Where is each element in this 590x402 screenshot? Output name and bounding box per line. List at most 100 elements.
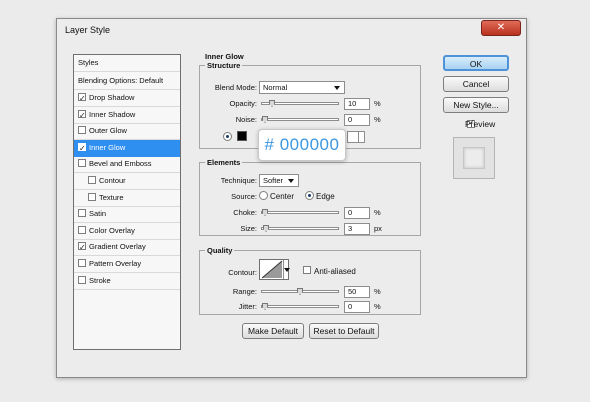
preview-thumbnail	[453, 137, 495, 179]
styles-header[interactable]: Styles	[74, 55, 180, 72]
style-item-label: Gradient Overlay	[89, 242, 146, 252]
contour-label: Contour:	[228, 268, 257, 277]
contour-preview-icon	[261, 260, 283, 279]
blending-options-item[interactable]: Blending Options: Default	[74, 73, 180, 90]
size-slider[interactable]	[261, 225, 339, 232]
range-input[interactable]: 50	[344, 286, 370, 298]
gradient-picker[interactable]	[347, 131, 365, 143]
structure-title: Structure	[205, 61, 243, 70]
anti-aliased-checkbox[interactable]	[303, 266, 311, 274]
technique-select[interactable]: Softer	[259, 174, 299, 187]
jitter-unit: %	[374, 302, 381, 311]
style-item-label: Bevel and Emboss	[89, 159, 152, 169]
style-item-label: Satin	[89, 209, 107, 219]
style-item-checkbox[interactable]	[78, 141, 86, 157]
contour-dropdown-arrow[interactable]	[283, 260, 290, 279]
elements-title: Elements	[205, 158, 243, 167]
size-unit: px	[374, 224, 382, 233]
style-item-stroke[interactable]: Stroke	[74, 273, 180, 290]
style-item-contour[interactable]: Contour	[74, 173, 180, 190]
chevron-down-icon	[284, 268, 290, 272]
color-hex-tooltip: # 000000	[258, 129, 346, 161]
range-label: Range:	[232, 287, 257, 296]
technique-label: Technique:	[220, 176, 257, 185]
opacity-label: Opacity:	[229, 99, 257, 108]
style-item-bevel-and-emboss[interactable]: Bevel and Emboss	[74, 156, 180, 174]
style-item-drop-shadow[interactable]: Drop Shadow	[74, 90, 180, 107]
anti-aliased-label: Anti-aliased	[314, 267, 356, 276]
style-item-checkbox[interactable]	[78, 108, 86, 124]
close-icon: ✕	[496, 22, 506, 33]
style-item-checkbox[interactable]	[78, 126, 86, 135]
cancel-button[interactable]: Cancel	[443, 76, 509, 92]
choke-input[interactable]: 0	[344, 207, 370, 219]
opacity-slider[interactable]	[261, 100, 339, 107]
style-item-label: Pattern Overlay	[89, 259, 142, 268]
choke-slider[interactable]	[261, 209, 339, 216]
blend-mode-label: Blend Mode:	[214, 83, 257, 92]
range-slider[interactable]	[261, 288, 339, 295]
style-item-checkbox[interactable]	[78, 259, 86, 267]
style-item-label: Color Overlay	[89, 225, 135, 235]
glow-color-swatch[interactable]	[237, 131, 247, 141]
style-item-checkbox[interactable]	[88, 176, 96, 184]
source-label: Source:	[231, 192, 257, 201]
style-item-inner-glow[interactable]: Inner Glow	[74, 139, 180, 157]
style-item-checkbox[interactable]	[88, 192, 96, 201]
noise-input[interactable]: 0	[344, 114, 370, 126]
source-edge-label: Edge	[316, 192, 335, 201]
size-input[interactable]: 3	[344, 223, 370, 235]
style-item-checkbox[interactable]	[78, 275, 86, 284]
style-item-checkbox[interactable]	[78, 159, 86, 168]
panel-title: Inner Glow	[203, 52, 246, 61]
layer-style-dialog: Layer Style ✕ Styles Blending Options: D…	[56, 18, 527, 378]
style-item-label: Texture	[99, 192, 124, 202]
style-item-label: Inner Shadow	[89, 109, 136, 119]
noise-unit: %	[374, 115, 381, 124]
style-item-label: Stroke	[89, 275, 111, 285]
styles-list: Styles Blending Options: Default Drop Sh…	[73, 54, 181, 350]
size-label: Size:	[240, 224, 257, 233]
opacity-input[interactable]: 10	[344, 98, 370, 110]
style-item-outer-glow[interactable]: Outer Glow	[74, 123, 180, 141]
ok-button[interactable]: OK	[443, 55, 509, 71]
source-center-radio[interactable]	[259, 191, 268, 200]
window-title: Layer Style	[65, 25, 111, 35]
quality-title: Quality	[205, 246, 235, 255]
solid-color-radio[interactable]	[223, 132, 232, 141]
style-item-inner-shadow[interactable]: Inner Shadow	[74, 107, 180, 124]
title-bar[interactable]: Layer Style ✕	[57, 19, 526, 41]
style-item-label: Outer Glow	[89, 126, 127, 136]
style-item-checkbox[interactable]	[78, 91, 86, 107]
style-item-label: Contour	[99, 176, 126, 185]
source-center-label: Center	[270, 192, 295, 201]
new-style-button[interactable]: New Style...	[443, 97, 509, 113]
blend-mode-select[interactable]: Normal	[259, 81, 345, 94]
make-default-button[interactable]: Make Default	[242, 323, 304, 339]
style-item-checkbox[interactable]	[78, 240, 86, 256]
style-item-color-overlay[interactable]: Color Overlay	[74, 223, 180, 240]
style-item-satin[interactable]: Satin	[74, 206, 180, 224]
reset-default-button[interactable]: Reset to Default	[309, 323, 379, 339]
choke-unit: %	[374, 208, 381, 217]
style-item-label: Inner Glow	[89, 142, 126, 152]
preview-swatch	[463, 147, 485, 169]
close-button[interactable]: ✕	[481, 20, 521, 36]
noise-label: Noise:	[235, 115, 257, 124]
style-item-pattern-overlay[interactable]: Pattern Overlay	[74, 256, 180, 273]
jitter-slider[interactable]	[261, 303, 339, 310]
noise-slider[interactable]	[261, 116, 339, 123]
style-item-checkbox[interactable]	[78, 225, 86, 234]
range-unit: %	[374, 287, 381, 296]
source-edge-radio[interactable]	[305, 191, 314, 200]
choke-label: Choke:	[233, 208, 257, 217]
jitter-input[interactable]: 0	[344, 301, 370, 313]
style-item-label: Drop Shadow	[89, 93, 135, 102]
jitter-label: Jitter:	[238, 302, 257, 311]
gradient-dropdown-arrow[interactable]	[358, 132, 365, 142]
preview-label: Preview	[465, 119, 496, 129]
contour-picker[interactable]	[259, 259, 290, 280]
style-item-gradient-overlay[interactable]: Gradient Overlay	[74, 239, 180, 257]
style-item-texture[interactable]: Texture	[74, 190, 180, 207]
style-item-checkbox[interactable]	[78, 209, 86, 218]
